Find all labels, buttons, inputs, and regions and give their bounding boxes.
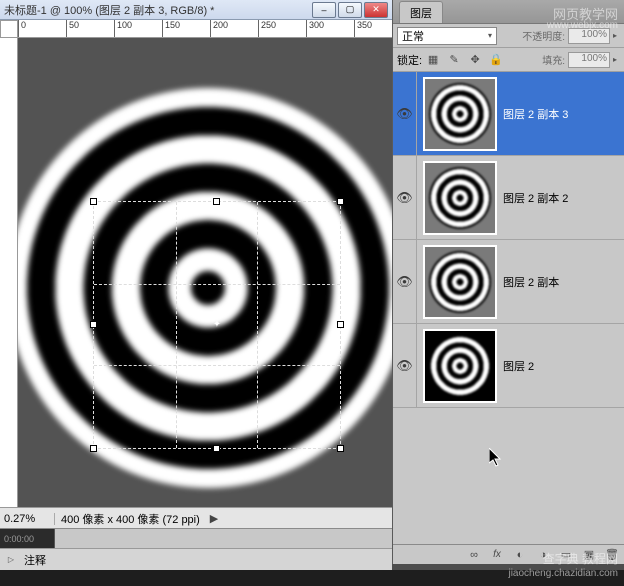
visibility-toggle[interactable]: 👁 xyxy=(393,240,417,323)
opacity-arrow-icon[interactable]: ▸ xyxy=(610,31,620,40)
window-maximize-button[interactable]: ▢ xyxy=(338,2,362,18)
timeline-time: 0:00:00 xyxy=(0,529,55,548)
layer-thumbnail[interactable] xyxy=(423,161,497,235)
visibility-toggle[interactable]: 👁 xyxy=(393,156,417,239)
layer-row[interactable]: 👁 图层 2 xyxy=(393,324,624,408)
mask-icon[interactable]: ◐ xyxy=(512,547,528,563)
ruler-tick: 150 xyxy=(162,20,180,37)
visibility-toggle[interactable]: 👁 xyxy=(393,72,417,155)
document-status-bar: 0.27% 400 像素 x 400 像素 (72 ppi) ▶ xyxy=(0,507,392,529)
layers-list[interactable]: 👁 图层 2 副本 3 👁 图层 2 副本 2 👁 图层 2 副本 👁 图层 2 xyxy=(393,72,624,544)
layer-row[interactable]: 👁 图层 2 副本 2 xyxy=(393,156,624,240)
watermark-url: jiaocheng.chazidian.com xyxy=(508,568,618,579)
layer-thumbnail[interactable] xyxy=(423,245,497,319)
layer-name[interactable]: 图层 2 副本 xyxy=(503,274,559,290)
layer-thumbnail[interactable] xyxy=(423,77,497,151)
lock-fill-row: 锁定: ▦ ✎ ✥ 🔒 填充: 100% ▸ xyxy=(393,48,624,72)
canvas-viewport[interactable]: ✦ xyxy=(18,38,392,507)
blend-mode-value: 正常 xyxy=(402,28,424,44)
document-titlebar[interactable]: 未标题-1 @ 100% (图层 2 副本 3, RGB/8) * – ▢ ✕ xyxy=(0,0,392,20)
window-close-button[interactable]: ✕ xyxy=(364,2,388,18)
canvas[interactable] xyxy=(18,88,392,488)
fill-label: 填充: xyxy=(542,52,565,67)
ruler-origin[interactable] xyxy=(0,20,18,38)
layer-name[interactable]: 图层 2 xyxy=(503,358,534,374)
document-dimensions: 400 像素 x 400 像素 (72 ppi) xyxy=(55,511,206,527)
document-title: 未标题-1 @ 100% (图层 2 副本 3, RGB/8) * xyxy=(4,2,310,18)
status-menu-arrow-icon[interactable]: ▶ xyxy=(210,512,218,525)
brush-lock-icon[interactable]: ✎ xyxy=(447,53,461,67)
layers-panel: 图层 正常 ▾ 不透明度: 100% ▸ 锁定: ▦ ✎ ✥ 🔒 填充: 100… xyxy=(392,0,624,564)
eye-icon: 👁 xyxy=(396,106,413,122)
ruler-tick: 0 xyxy=(18,20,26,37)
annotations-bar: ▷ 注释 xyxy=(0,548,392,570)
fill-input[interactable]: 100% xyxy=(568,52,610,68)
ruler-tick: 250 xyxy=(258,20,276,37)
ruler-horizontal[interactable]: 0 50 100 150 200 250 300 350 xyxy=(18,20,392,38)
ruler-tick: 100 xyxy=(114,20,132,37)
artwork-rings xyxy=(18,88,392,488)
window-minimize-button[interactable]: – xyxy=(312,2,336,18)
visibility-toggle[interactable]: 👁 xyxy=(393,324,417,407)
layer-row[interactable]: 👁 图层 2 副本 3 xyxy=(393,72,624,156)
chevron-down-icon: ▾ xyxy=(488,31,492,40)
eye-icon: 👁 xyxy=(396,358,413,374)
tab-layers[interactable]: 图层 xyxy=(399,1,443,23)
ruler-tick: 200 xyxy=(210,20,228,37)
eye-icon: 👁 xyxy=(396,190,413,206)
link-icon[interactable]: ∞ xyxy=(466,547,482,563)
all-lock-icon[interactable]: 🔒 xyxy=(489,53,503,67)
annotations-label: 注释 xyxy=(24,552,46,568)
fx-icon[interactable]: fx xyxy=(489,547,505,563)
ruler-vertical[interactable] xyxy=(0,38,18,507)
watermark-text: 查字典 教程网 xyxy=(543,550,618,567)
position-lock-icon[interactable]: ✥ xyxy=(468,53,482,67)
ruler-tick: 300 xyxy=(306,20,324,37)
document-window: 未标题-1 @ 100% (图层 2 副本 3, RGB/8) * – ▢ ✕ … xyxy=(0,0,392,529)
lock-label: 锁定: xyxy=(397,52,422,68)
watermark-url: www.webjx.com xyxy=(547,20,618,31)
fill-arrow-icon[interactable]: ▸ xyxy=(610,55,620,64)
layer-name[interactable]: 图层 2 副本 3 xyxy=(503,106,568,122)
eye-icon: 👁 xyxy=(396,274,413,290)
ruler-tick: 50 xyxy=(66,20,79,37)
zoom-level[interactable]: 0.27% xyxy=(0,513,55,525)
layer-name[interactable]: 图层 2 副本 2 xyxy=(503,190,568,206)
timeline-strip: 0:00:00 xyxy=(0,528,392,548)
layer-row[interactable]: 👁 图层 2 副本 xyxy=(393,240,624,324)
blend-mode-select[interactable]: 正常 ▾ xyxy=(397,27,497,45)
triangle-right-icon[interactable]: ▷ xyxy=(4,553,18,567)
pixels-lock-icon[interactable]: ▦ xyxy=(426,53,440,67)
ruler-tick: 350 xyxy=(354,20,372,37)
layer-thumbnail[interactable] xyxy=(423,329,497,403)
